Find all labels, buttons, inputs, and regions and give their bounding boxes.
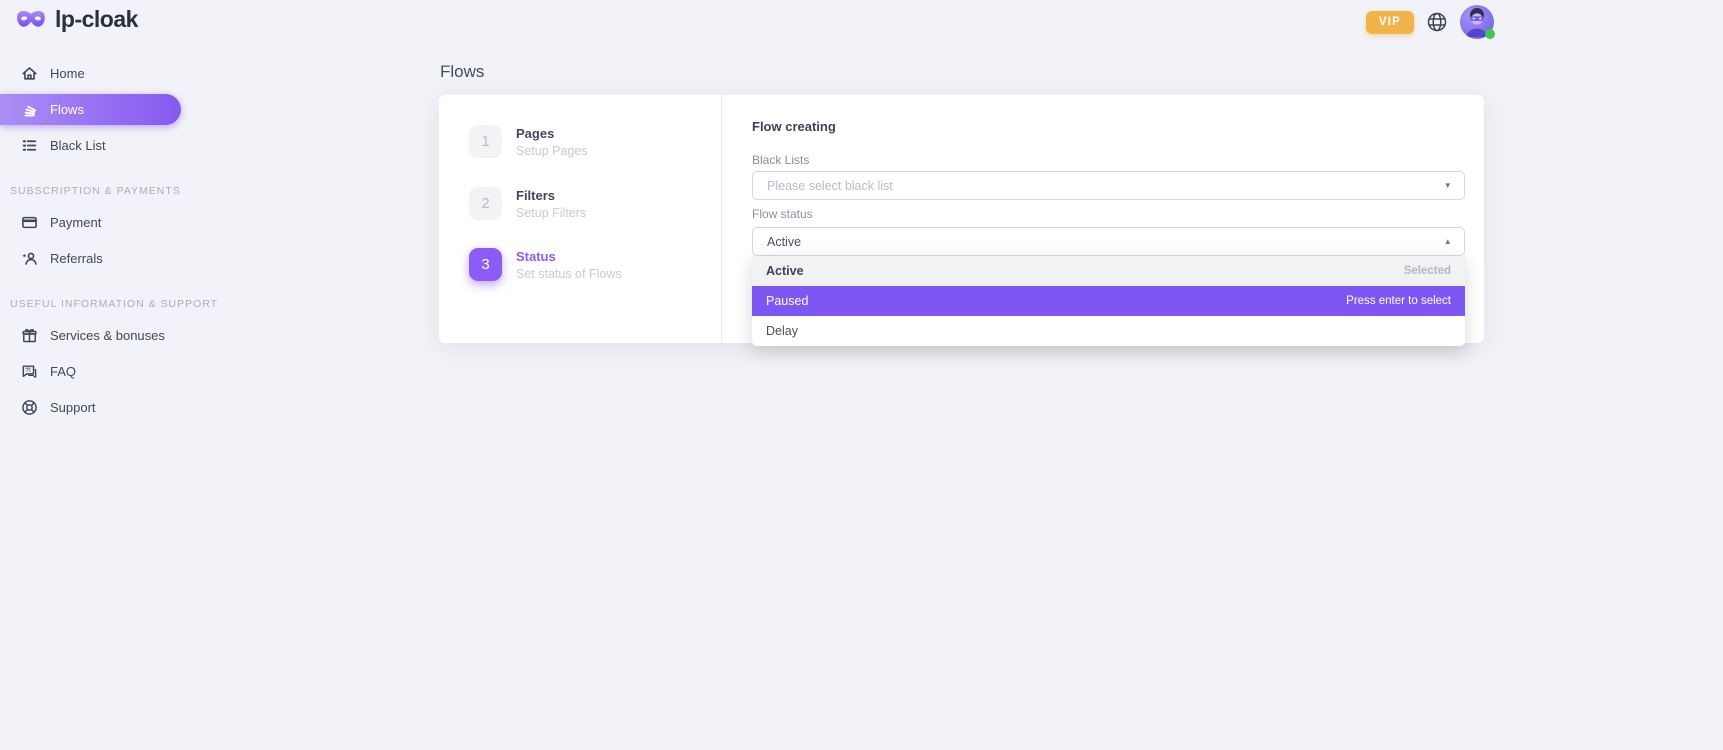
form-title: Flow creating [752,119,836,134]
option-label: Delay [766,324,798,338]
sidebar: Home Flows Black List SUBSCRIPTION & PAY… [0,58,190,428]
app-logo[interactable]: lp-cloak [15,6,138,33]
wizard-step-filters[interactable]: 2 Filters Setup Filters [469,187,586,220]
step-number-badge: 3 [469,248,502,281]
step-title: Pages [516,126,588,141]
step-title: Filters [516,188,586,203]
option-hint: Press enter to select [1346,295,1451,307]
sidebar-item-label: Payment [50,215,101,230]
sidebar-section-useful-info-support: USEFUL INFORMATION & SUPPORT [0,298,190,310]
flow-creating-form: Flow creating Black Lists Please select … [722,95,1484,343]
credit-card-icon [21,214,38,231]
globe-icon[interactable] [1426,11,1448,33]
app-title: lp-cloak [55,6,138,33]
sidebar-item-referrals[interactable]: Referrals [0,243,190,274]
flow-status-value: Active [767,235,801,249]
dropdown-option-delay[interactable]: Delay [752,316,1465,346]
header-actions: VIP [1366,0,1494,44]
wizard-step-pages[interactable]: 1 Pages Setup Pages [469,125,588,158]
sidebar-item-label: Flows [50,102,84,117]
sidebar-item-label: Referrals [50,251,103,266]
option-hint: Selected [1404,265,1451,277]
online-status-dot [1485,29,1495,39]
flow-creating-card: 1 Pages Setup Pages 2 Filters Setup Filt… [439,95,1484,343]
flow-status-select[interactable]: Active ▴ [752,227,1465,256]
sidebar-item-label: Black List [50,138,106,153]
vip-button[interactable]: VIP [1366,11,1414,34]
option-label: Active [766,264,804,278]
mask-logo-icon [15,7,47,33]
faq-chat-icon: ?! [21,363,38,380]
sidebar-item-label: FAQ [50,364,76,379]
section-title: SUBSCRIPTION & PAYMENTS [10,185,181,197]
step-number-badge: 2 [469,187,502,220]
bulleted-list-icon [21,137,38,154]
section-title: USEFUL INFORMATION & SUPPORT [10,298,218,310]
sidebar-item-flows[interactable]: Flows [0,94,181,125]
gift-icon [21,327,38,344]
step-subtitle: Setup Pages [516,144,588,158]
svg-text:?!: ?! [25,368,31,374]
sidebar-section-subscription-payments: SUBSCRIPTION & PAYMENTS [0,185,190,197]
wizard-steps-panel: 1 Pages Setup Pages 2 Filters Setup Filt… [439,95,722,343]
app-root: lp-cloak VIP [0,0,1723,750]
black-lists-placeholder: Please select black list [767,179,893,193]
step-number-badge: 1 [469,125,502,158]
lifebuoy-icon [21,399,38,416]
black-lists-select[interactable]: Please select black list ▾ [752,171,1465,200]
sidebar-item-black-list[interactable]: Black List [0,130,190,161]
user-avatar[interactable] [1460,5,1494,39]
step-title: Status [516,249,622,264]
dropdown-option-active[interactable]: Active Selected [752,256,1465,286]
step-subtitle: Setup Filters [516,206,586,220]
sidebar-item-label: Home [50,66,85,81]
flow-status-label: Flow status [752,207,813,221]
sidebar-item-services-bonuses[interactable]: Services & bonuses [0,320,190,351]
option-label: Paused [766,294,808,308]
page-title: Flows [440,62,484,82]
sidebar-item-support[interactable]: Support [0,392,190,423]
home-icon [21,65,38,82]
flows-stack-icon [21,101,38,118]
sidebar-item-label: Services & bonuses [50,328,165,343]
flow-status-dropdown: Active Selected Paused Press enter to se… [752,256,1465,346]
chevron-up-icon: ▴ [1445,237,1450,246]
sidebar-item-payment[interactable]: Payment [0,207,190,238]
sidebar-item-home[interactable]: Home [0,58,190,89]
black-lists-label: Black Lists [752,153,809,167]
referral-person-icon [21,250,38,267]
wizard-step-status[interactable]: 3 Status Set status of Flows [469,248,622,281]
sidebar-item-faq[interactable]: ?! FAQ [0,356,190,387]
dropdown-option-paused[interactable]: Paused Press enter to select [752,286,1465,316]
chevron-down-icon: ▾ [1445,181,1450,190]
step-subtitle: Set status of Flows [516,267,622,281]
sidebar-item-label: Support [50,400,96,415]
